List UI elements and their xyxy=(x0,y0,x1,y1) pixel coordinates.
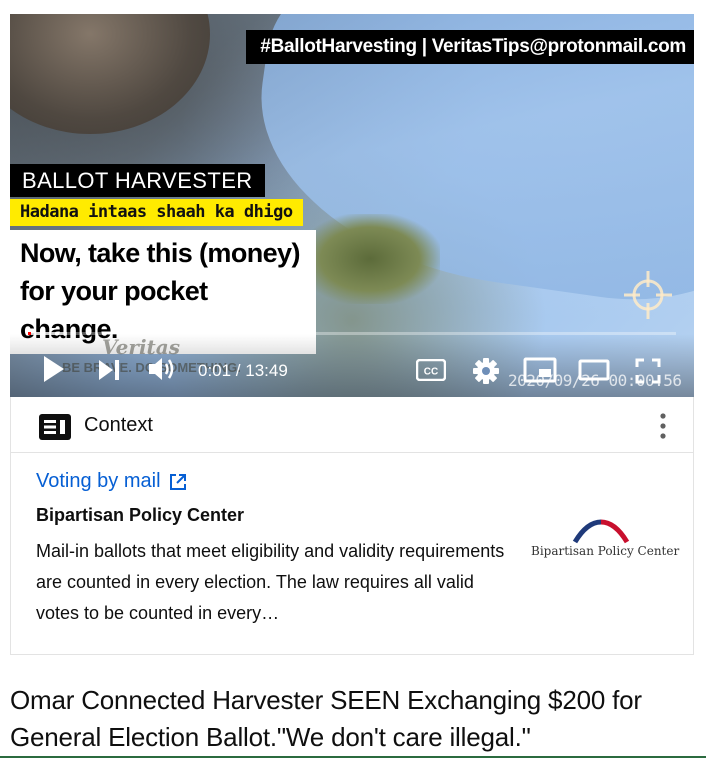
theater-button[interactable] xyxy=(578,358,610,382)
context-body: Voting by mail Bipartisan Policy Center … xyxy=(11,454,693,654)
video-player[interactable]: #BallotHarvesting | VeritasTips@protonma… xyxy=(10,14,694,397)
play-button[interactable] xyxy=(40,354,68,384)
bipartisan-policy-center-logo: Bipartisan Policy Center xyxy=(531,516,680,566)
source-name: Bipartisan Policy Center xyxy=(36,505,245,525)
video-frame-tree xyxy=(300,214,440,304)
settings-button[interactable] xyxy=(471,356,501,386)
video-title[interactable]: Omar Connected Harvester SEEN Exchanging… xyxy=(10,682,700,756)
context-header: Context xyxy=(11,397,693,453)
topic-link-label: Voting by mail xyxy=(36,470,161,492)
context-title: Context xyxy=(84,414,153,436)
next-icon xyxy=(99,360,119,380)
captions-button[interactable]: CC xyxy=(416,358,446,382)
context-info-icon xyxy=(39,414,71,440)
miniplayer-icon xyxy=(523,357,557,383)
miniplayer-button[interactable] xyxy=(522,356,558,384)
bpc-logo-text: Bipartisan Policy Center xyxy=(531,544,680,558)
fullscreen-button[interactable] xyxy=(634,357,662,385)
cc-label: CC xyxy=(424,367,438,378)
external-link-icon xyxy=(169,473,186,490)
context-snippet: Mail-in ballots that meet eligibility an… xyxy=(36,541,505,623)
volume-icon xyxy=(149,358,174,380)
volume-button[interactable] xyxy=(146,354,178,384)
next-button[interactable] xyxy=(96,356,122,384)
context-panel: Context Voting by mail Bipartisan Policy… xyxy=(10,397,694,655)
more-options-icon[interactable] xyxy=(656,411,670,441)
topic-link[interactable]: Voting by mail xyxy=(36,470,187,493)
overlay-hashtag: #BallotHarvesting | VeritasTips@protonma… xyxy=(246,30,694,64)
play-icon xyxy=(44,356,64,382)
bpc-arc-icon xyxy=(572,519,630,544)
theater-mode-icon xyxy=(578,359,610,381)
lower-third-label: BALLOT HARVESTER xyxy=(10,164,265,197)
progress-played xyxy=(28,332,31,335)
gear-icon xyxy=(473,358,499,384)
fullscreen-icon xyxy=(635,358,661,384)
progress-buffered xyxy=(28,332,67,335)
closed-captions-icon: CC xyxy=(416,359,446,381)
subtitle-original: Hadana intaas shaah ka dhigo xyxy=(10,199,303,226)
crosshair-icon xyxy=(624,271,672,319)
time-display: 0:01 / 13:49 xyxy=(198,361,288,380)
